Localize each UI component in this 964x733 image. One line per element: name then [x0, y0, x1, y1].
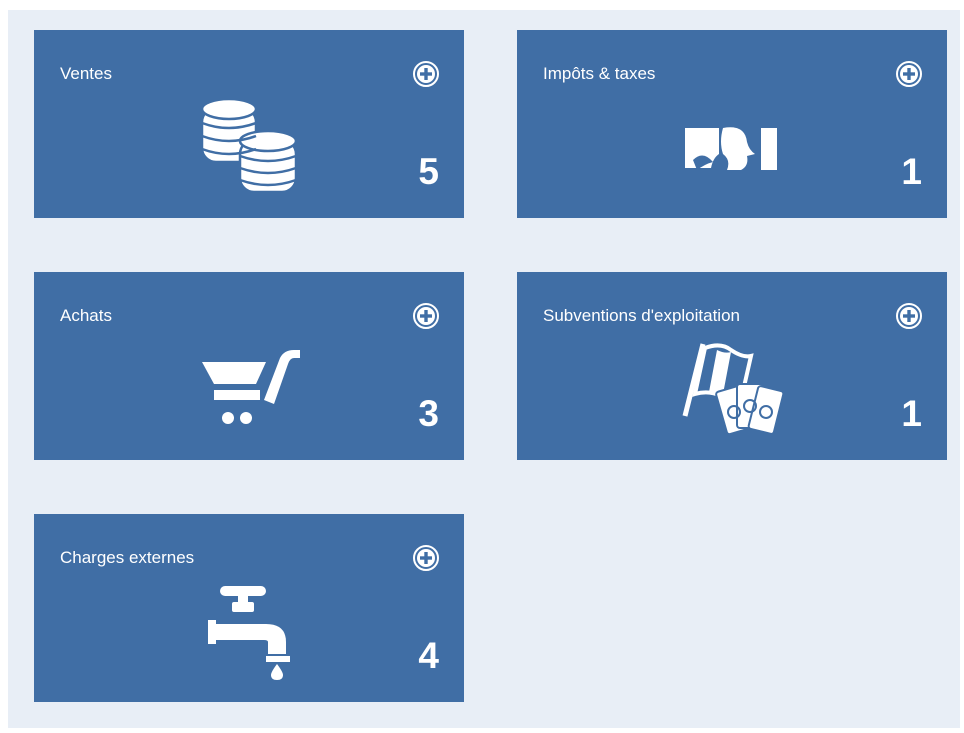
add-icon[interactable]: [412, 544, 440, 572]
shopping-cart-icon: [202, 350, 300, 424]
add-icon[interactable]: [895, 60, 923, 88]
marianne-icon: [685, 127, 777, 170]
tile-title: Impôts & taxes: [543, 64, 656, 83]
tile-count: 3: [418, 393, 439, 434]
tile-subventions-exploitation[interactable]: Subventions d'exploitation 1: [517, 272, 947, 460]
tile-impots-taxes[interactable]: Impôts & taxes 1: [517, 30, 947, 218]
tile-count: 5: [418, 151, 439, 192]
add-icon[interactable]: [412, 60, 440, 88]
tile-title: Ventes: [60, 64, 112, 83]
tile-title: Achats: [60, 306, 112, 325]
coins-icon: [200, 97, 298, 194]
tile-count: 4: [418, 635, 439, 676]
tile-title: Charges externes: [60, 548, 195, 567]
tile-charges-externes[interactable]: Charges externes 4: [34, 514, 464, 702]
add-icon[interactable]: [412, 302, 440, 330]
tile-ventes[interactable]: Ventes 5: [34, 30, 464, 218]
tile-count: 1: [901, 393, 922, 434]
dashboard-panel: Ventes 5 Impôts & taxes 1 Achats 3 Subve…: [8, 10, 960, 728]
flag-banknotes-icon: [682, 343, 785, 436]
add-icon[interactable]: [895, 302, 923, 330]
tile-count: 1: [901, 151, 922, 192]
water-tap-icon: [208, 586, 290, 680]
tile-achats[interactable]: Achats 3: [34, 272, 464, 460]
tile-title: Subventions d'exploitation: [543, 306, 740, 325]
